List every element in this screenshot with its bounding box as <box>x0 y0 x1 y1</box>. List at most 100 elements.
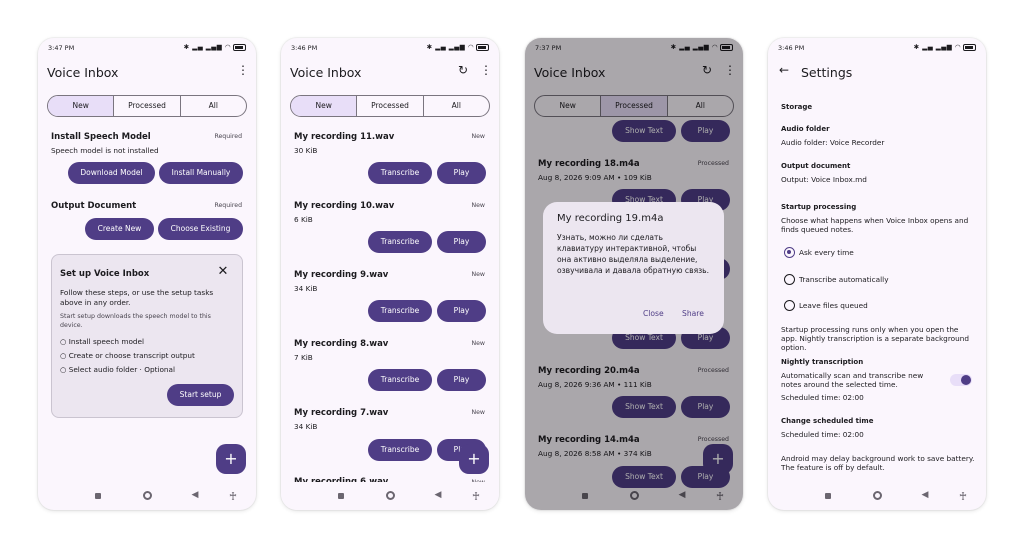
home-icon[interactable] <box>871 491 883 500</box>
battery-icon <box>233 43 246 51</box>
setup-step-label: Create or choose transcript output <box>68 351 195 360</box>
recording-name: My recording 11.wav <box>294 132 395 142</box>
change-time-value: Scheduled time: 02:00 <box>781 430 864 439</box>
status-bar: 3:47 PM ✱ ▂▄ ▂▄▆ ◠ <box>38 38 256 58</box>
recents-icon[interactable] <box>822 493 834 499</box>
nightly-scheduled-time: Scheduled time: 02:00 <box>781 393 864 402</box>
play-button[interactable]: Play <box>437 231 486 253</box>
setup-step: ○ Create or choose transcript output <box>60 351 195 360</box>
app-title: Voice Inbox <box>47 65 119 80</box>
startup-note: Startup processing runs only when you op… <box>781 325 970 352</box>
recording-name: My recording 9.wav <box>294 270 389 280</box>
refresh-icon[interactable]: ↻ <box>456 63 470 77</box>
recording-name: My recording 10.wav <box>294 201 395 211</box>
status-bar: 3:46 PM ✱ ▂▄ ▂▄▆ ◠ <box>768 38 986 58</box>
tab-processed[interactable]: Processed <box>114 96 181 116</box>
radio-button-selected[interactable] <box>784 247 795 258</box>
accessibility-icon[interactable]: ♰ <box>957 490 969 503</box>
more-vert-icon[interactable]: ⋮ <box>236 63 250 77</box>
app-bar: Voice Inbox ⋮ <box>38 58 256 84</box>
setup-card: Set up Voice Inbox ✕ Follow these steps,… <box>51 254 243 418</box>
status-time: 3:46 PM <box>291 44 318 52</box>
app-bar: Voice Inbox ↻ ⋮ <box>281 58 499 84</box>
status-icons: ✱ ▂▄ ▂▄▆ ◠ <box>184 43 246 51</box>
transcribe-button[interactable]: Transcribe <box>368 231 432 253</box>
output-document-title: Output document <box>781 162 851 170</box>
share-button[interactable]: Share <box>682 309 704 318</box>
phone-settings-screen: 3:46 PM ✱ ▂▄ ▂▄▆ ◠ ← Settings Storage Au… <box>768 38 986 510</box>
back-icon[interactable]: ◀ <box>919 490 931 500</box>
tab-processed[interactable]: Processed <box>357 96 424 116</box>
radio-button[interactable] <box>784 300 795 311</box>
install-model-status: Speech model is not installed <box>51 146 159 155</box>
nightly-desc: Automatically scan and transcribe new no… <box>781 371 924 389</box>
transcribe-button[interactable]: Transcribe <box>368 369 432 391</box>
back-icon[interactable]: ◀ <box>189 490 201 500</box>
radio-button[interactable] <box>784 274 795 285</box>
filter-tabs: New Processed All <box>47 95 247 117</box>
startup-processing-title: Startup processing <box>781 203 857 211</box>
close-icon[interactable]: ✕ <box>216 265 230 279</box>
required-badge: Required <box>214 133 242 140</box>
status-badge: New <box>471 133 486 140</box>
output-document-value: Output: Voice Inbox.md <box>781 175 867 184</box>
status-icons: ✱ ▂▄ ▂▄▆ ◠ <box>427 43 489 51</box>
recording-size: 6 KiB <box>294 215 313 224</box>
create-new-button[interactable]: Create New <box>85 218 154 240</box>
tab-new[interactable]: New <box>291 96 358 116</box>
home-icon[interactable] <box>384 491 396 500</box>
app-title: Settings <box>801 65 853 80</box>
play-button[interactable]: Play <box>437 300 486 322</box>
accessibility-icon[interactable]: ♰ <box>227 490 239 503</box>
radio-label: Leave files queued <box>799 301 868 310</box>
install-manually-button[interactable]: Install Manually <box>159 162 243 184</box>
status-badge: New <box>471 409 486 416</box>
setup-step-label: Install speech model <box>68 337 145 346</box>
battery-icon <box>963 43 976 51</box>
tab-new[interactable]: New <box>48 96 115 116</box>
setup-title: Set up Voice Inbox <box>60 269 150 279</box>
play-button[interactable]: Play <box>437 369 486 391</box>
download-model-button[interactable]: Download Model <box>68 162 155 184</box>
back-icon[interactable]: ◀ <box>432 490 444 500</box>
phone-new-list-screen: 3:46 PM ✱ ▂▄ ▂▄▆ ◠ Voice Inbox ↻ ⋮ New P… <box>281 38 499 510</box>
status-time: 3:47 PM <box>48 44 75 52</box>
transcribe-button[interactable]: Transcribe <box>368 162 432 184</box>
home-icon[interactable] <box>141 491 153 500</box>
setup-step-label: Select audio folder · Optional <box>68 365 176 374</box>
storage-section-header: Storage <box>781 103 813 111</box>
add-icon[interactable]: + <box>459 444 489 474</box>
startup-processing-desc: Choose what happens when Voice Inbox ope… <box>781 216 969 234</box>
dialog-title: My recording 19.m4a <box>557 213 664 224</box>
recording-size: 30 KiB <box>294 146 318 155</box>
start-setup-button[interactable]: Start setup <box>167 384 234 406</box>
app-bar: ← Settings <box>768 58 986 84</box>
transcript-dialog: My recording 19.m4a Узнать, можно ли сде… <box>543 202 724 334</box>
arrow-back-icon[interactable]: ← <box>777 63 791 77</box>
nightly-toggle[interactable] <box>950 374 972 386</box>
recording-name: My recording 7.wav <box>294 408 389 418</box>
transcribe-button[interactable]: Transcribe <box>368 439 432 461</box>
recents-icon[interactable] <box>335 493 347 499</box>
output-document-heading: Output Document <box>51 201 137 211</box>
close-button[interactable]: Close <box>643 309 664 318</box>
recording-size: 34 KiB <box>294 422 318 431</box>
tab-all[interactable]: All <box>181 96 246 116</box>
play-button[interactable]: Play <box>437 162 486 184</box>
accessibility-icon[interactable]: ♰ <box>470 490 482 503</box>
more-vert-icon[interactable]: ⋮ <box>479 63 493 77</box>
audio-folder-title: Audio folder <box>781 125 830 133</box>
install-model-heading: Install Speech Model <box>51 132 151 142</box>
phone-processed-dialog-screen: 7:37 PM ✱ ▂▄ ▂▄▆ ◠ Voice Inbox ↻ ⋮ New P… <box>525 38 743 510</box>
add-icon[interactable]: + <box>216 444 246 474</box>
choose-existing-button[interactable]: Choose Existing <box>158 218 243 240</box>
recents-icon[interactable] <box>92 493 104 499</box>
status-badge: New <box>471 271 486 278</box>
setup-note: Start setup downloads the speech model t… <box>60 313 211 329</box>
tab-all[interactable]: All <box>424 96 489 116</box>
status-icons: ✱ ▂▄ ▂▄▆ ◠ <box>914 43 976 51</box>
recording-name: My recording 8.wav <box>294 339 389 349</box>
status-badge: New <box>471 202 486 209</box>
transcribe-button[interactable]: Transcribe <box>368 300 432 322</box>
battery-note: Android may delay background work to sav… <box>781 454 975 472</box>
